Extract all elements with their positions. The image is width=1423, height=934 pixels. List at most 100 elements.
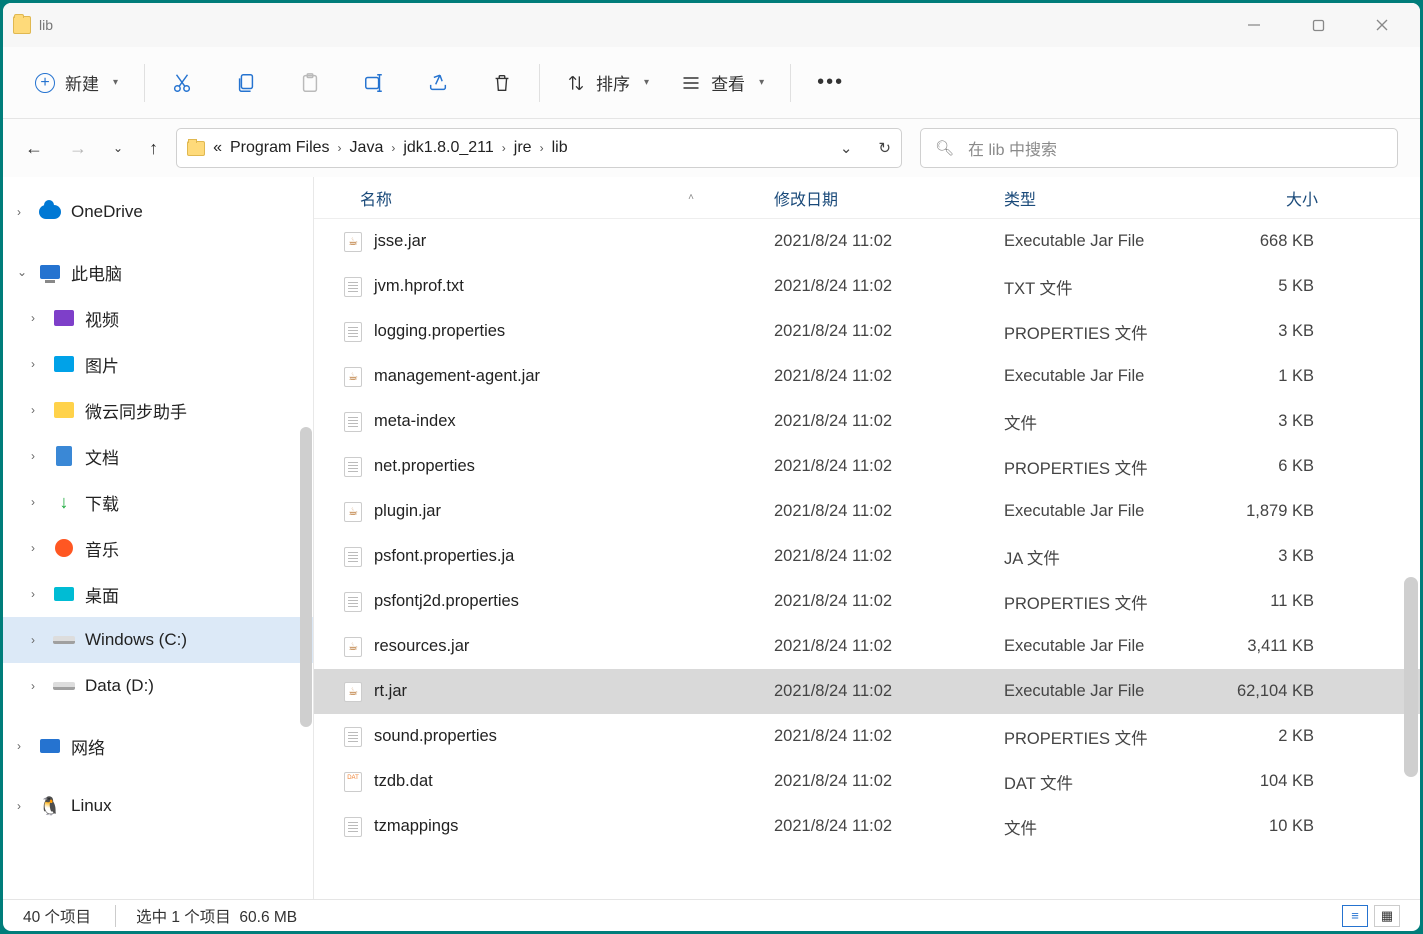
file-size: 2 KB: [1200, 727, 1314, 746]
sidebar-item-downloads[interactable]: › ↓ 下载: [3, 479, 313, 525]
more-button[interactable]: •••: [817, 71, 844, 94]
file-row[interactable]: meta-index2021/8/24 11:02文件3 KB: [314, 399, 1420, 444]
window-controls: [1236, 10, 1410, 40]
expand-icon[interactable]: ›: [31, 403, 47, 417]
icons-view-button[interactable]: ▦: [1374, 905, 1400, 927]
file-date: 2021/8/24 11:02: [774, 412, 1004, 431]
separator: [790, 64, 791, 102]
sidebar-item-music[interactable]: › 音乐: [3, 525, 313, 571]
expand-icon[interactable]: ›: [17, 205, 33, 219]
file-icon: ☕︎: [342, 681, 364, 703]
chevron-right-icon: ›: [540, 141, 544, 155]
rename-icon[interactable]: [363, 72, 385, 94]
collapse-icon[interactable]: ⌄: [17, 265, 33, 279]
breadcrumb-item[interactable]: Program Files: [230, 139, 330, 157]
share-icon[interactable]: [427, 72, 449, 94]
details-view-button[interactable]: ≡: [1342, 905, 1368, 927]
delete-icon[interactable]: [491, 72, 513, 94]
file-row[interactable]: psfontj2d.properties2021/8/24 11:02PROPE…: [314, 579, 1420, 624]
file-row[interactable]: net.properties2021/8/24 11:02PROPERTIES …: [314, 444, 1420, 489]
sidebar-item-onedrive[interactable]: › OneDrive: [3, 189, 313, 235]
file-type: Executable Jar File: [1004, 637, 1200, 656]
cloud-icon: [39, 201, 61, 223]
breadcrumb-item[interactable]: Java: [350, 139, 384, 157]
minimize-button[interactable]: [1236, 10, 1272, 40]
expand-icon[interactable]: ›: [31, 357, 47, 371]
file-icon: [342, 456, 364, 478]
file-size: 3 KB: [1200, 547, 1314, 566]
new-label: 新建: [65, 70, 99, 95]
breadcrumb-item[interactable]: jdk1.8.0_211: [403, 139, 493, 157]
copy-icon[interactable]: [235, 72, 257, 94]
file-name: meta-index: [374, 412, 456, 431]
sidebar-item-pictures[interactable]: › 图片: [3, 341, 313, 387]
view-button[interactable]: 查看 ▾: [681, 70, 764, 95]
sidebar-item-thispc[interactable]: ⌄ 此电脑: [3, 249, 313, 295]
file-type: PROPERTIES 文件: [1004, 725, 1200, 749]
file-scrollbar[interactable]: [1404, 577, 1418, 777]
breadcrumb-item[interactable]: jre: [514, 139, 532, 157]
breadcrumb-prefix[interactable]: «: [213, 139, 222, 157]
expand-icon[interactable]: ›: [31, 449, 47, 463]
sidebar-item-ddrive[interactable]: › Data (D:): [3, 663, 313, 709]
back-button[interactable]: ←: [25, 138, 43, 159]
address-bar[interactable]: « Program Files › Java › jdk1.8.0_211 › …: [176, 128, 902, 168]
file-row[interactable]: tzmappings2021/8/24 11:02文件10 KB: [314, 804, 1420, 849]
file-row[interactable]: DATtzdb.dat2021/8/24 11:02DAT 文件104 KB: [314, 759, 1420, 804]
column-name[interactable]: 名称˄: [360, 186, 774, 210]
close-button[interactable]: [1364, 10, 1400, 40]
plus-icon: +: [35, 73, 55, 93]
file-date: 2021/8/24 11:02: [774, 367, 1004, 386]
file-row[interactable]: sound.properties2021/8/24 11:02PROPERTIE…: [314, 714, 1420, 759]
paste-icon[interactable]: [299, 72, 321, 94]
separator: [144, 64, 145, 102]
expand-icon[interactable]: ›: [31, 311, 47, 325]
file-row[interactable]: jvm.hprof.txt2021/8/24 11:02TXT 文件5 KB: [314, 264, 1420, 309]
expand-icon[interactable]: ›: [17, 739, 33, 753]
file-date: 2021/8/24 11:02: [774, 457, 1004, 476]
file-date: 2021/8/24 11:02: [774, 772, 1004, 791]
expand-icon[interactable]: ›: [31, 541, 47, 555]
chevron-down-icon: ▾: [759, 77, 764, 88]
column-size[interactable]: 大小: [1200, 186, 1318, 210]
download-icon: ↓: [53, 491, 75, 513]
file-row[interactable]: ☕︎management-agent.jar2021/8/24 11:02Exe…: [314, 354, 1420, 399]
sidebar-item-desktop[interactable]: › 桌面: [3, 571, 313, 617]
column-modified[interactable]: 修改日期: [774, 186, 1004, 210]
file-icon: [342, 816, 364, 838]
file-row[interactable]: logging.properties2021/8/24 11:02PROPERT…: [314, 309, 1420, 354]
expand-icon[interactable]: ›: [31, 633, 47, 647]
cut-icon[interactable]: [171, 72, 193, 94]
search-input[interactable]: 🔍︎ 在 lib 中搜索: [920, 128, 1398, 168]
sidebar-item-cdrive[interactable]: › Windows (C:): [3, 617, 313, 663]
file-row[interactable]: ☕︎jsse.jar2021/8/24 11:02Executable Jar …: [314, 219, 1420, 264]
sidebar-scrollbar[interactable]: [300, 427, 312, 727]
expand-icon[interactable]: ›: [31, 587, 47, 601]
sort-button[interactable]: 排序 ▾: [566, 70, 649, 95]
file-name: jsse.jar: [374, 232, 426, 251]
file-row[interactable]: psfont.properties.ja2021/8/24 11:02JA 文件…: [314, 534, 1420, 579]
up-button[interactable]: ↑: [149, 138, 158, 159]
file-size: 1 KB: [1200, 367, 1314, 386]
forward-button[interactable]: →: [69, 138, 87, 159]
sidebar-item-videos[interactable]: › 视频: [3, 295, 313, 341]
nav-arrows: ← → ⌄ ↑: [25, 138, 158, 159]
sidebar-item-linux[interactable]: › 🐧 Linux: [3, 783, 313, 829]
recent-button[interactable]: ⌄: [113, 141, 123, 155]
maximize-button[interactable]: [1300, 10, 1336, 40]
expand-icon[interactable]: ›: [17, 799, 33, 813]
address-dropdown[interactable]: ⌄: [840, 139, 853, 157]
sidebar-item-network[interactable]: › 网络: [3, 723, 313, 769]
column-type[interactable]: 类型: [1004, 186, 1200, 210]
file-row[interactable]: ☕︎rt.jar2021/8/24 11:02Executable Jar Fi…: [314, 669, 1420, 714]
sidebar-item-documents[interactable]: › 文档: [3, 433, 313, 479]
expand-icon[interactable]: ›: [31, 679, 47, 693]
file-row[interactable]: ☕︎resources.jar2021/8/24 11:02Executable…: [314, 624, 1420, 669]
file-icon: [342, 591, 364, 613]
expand-icon[interactable]: ›: [31, 495, 47, 509]
breadcrumb-item[interactable]: lib: [552, 139, 568, 157]
refresh-button[interactable]: ↻: [878, 139, 891, 157]
file-row[interactable]: ☕︎plugin.jar2021/8/24 11:02Executable Ja…: [314, 489, 1420, 534]
sidebar-item-weiyun[interactable]: › 微云同步助手: [3, 387, 313, 433]
new-button[interactable]: + 新建 ▾: [35, 70, 118, 95]
